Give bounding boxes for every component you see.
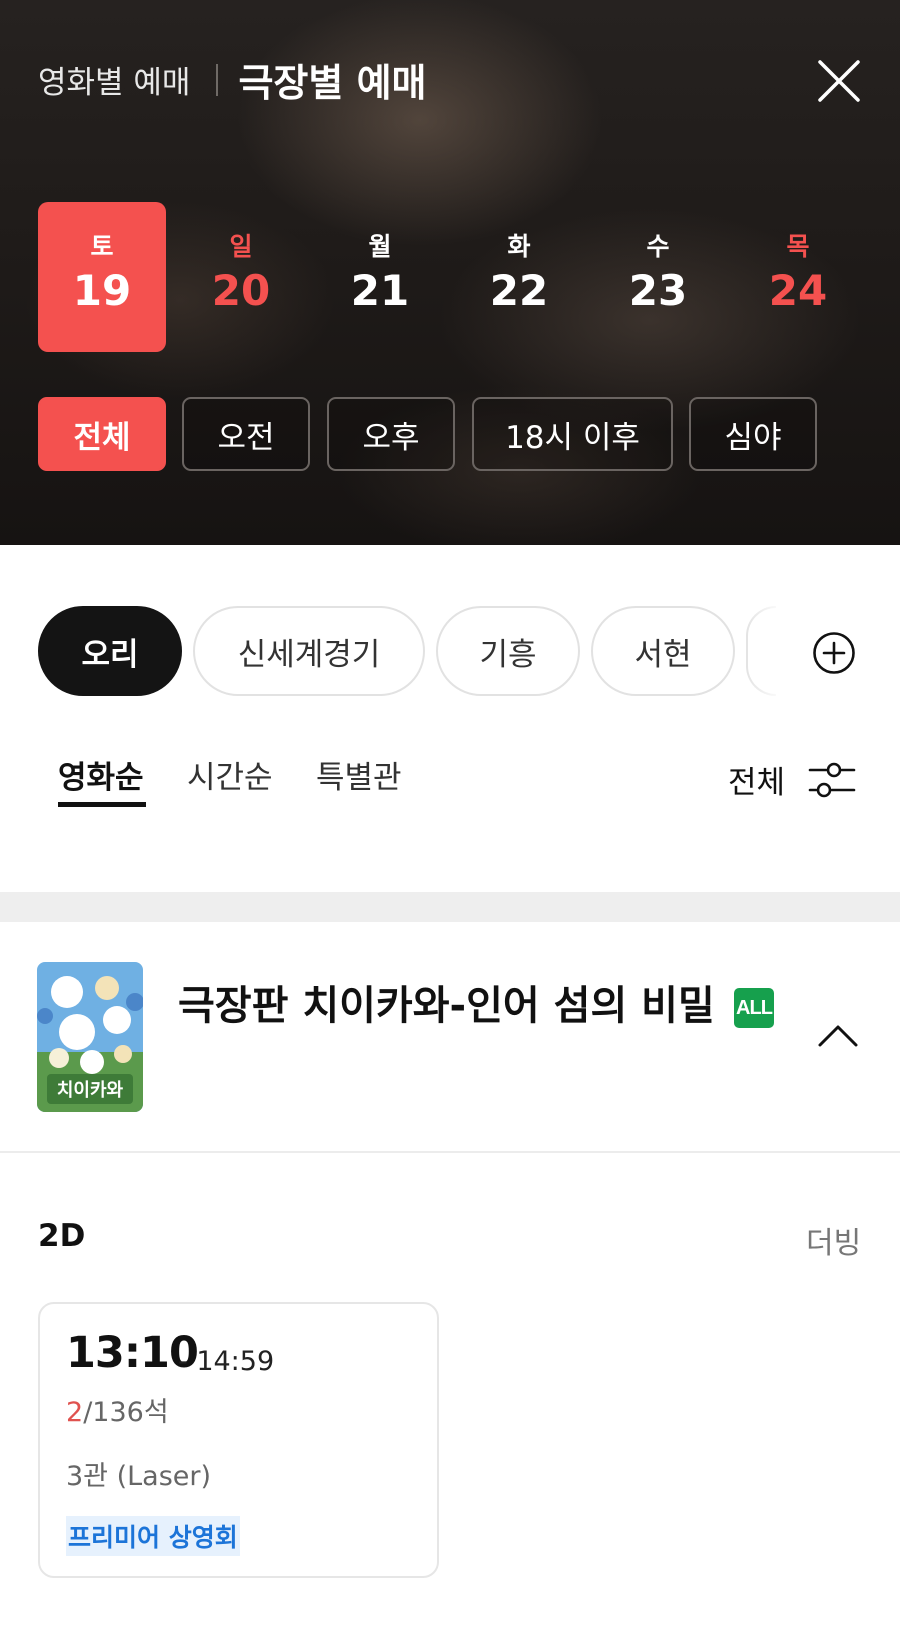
tab-book-by-theater[interactable]: 극장별 예매: [238, 52, 426, 107]
date-weekday: 목: [786, 232, 810, 261]
theater-chip-ori[interactable]: 오리: [38, 606, 182, 696]
showtime-card[interactable]: 13:10 - 14:59 2/136석 3관 (Laser) 프리미어 상영회: [38, 1302, 439, 1578]
age-rating-badge: ALL: [734, 988, 774, 1028]
tab-book-by-movie[interactable]: 영화별 예매: [38, 57, 190, 102]
chevron-up-icon[interactable]: [816, 1020, 860, 1050]
time-filter-late-night[interactable]: 심야: [689, 397, 817, 471]
seats-total: /136석: [83, 1397, 169, 1428]
date-item-19[interactable]: 토 19: [38, 202, 166, 352]
date-weekday: 일: [229, 232, 253, 261]
filter-all-label[interactable]: 전체: [728, 757, 785, 802]
section-divider: [0, 892, 900, 922]
language-label: 더빙: [806, 1226, 862, 1261]
sort-tab-by-movie[interactable]: 영화순: [58, 752, 144, 797]
date-item-21[interactable]: 월 21: [316, 202, 444, 352]
sort-tab-by-time[interactable]: 시간순: [187, 752, 273, 797]
time-filter-after-18[interactable]: 18시 이후: [472, 397, 673, 471]
add-theater-icon[interactable]: [812, 631, 856, 675]
date-selector: 토 19 일 20 월 21 화 22 수 23 목 24: [38, 202, 862, 352]
theater-chip-seohyeon[interactable]: 서현: [591, 606, 735, 696]
seat-count: 2/136석: [66, 1390, 169, 1429]
sort-tab-special-hall[interactable]: 특별관: [316, 752, 402, 797]
date-weekday: 월: [368, 232, 392, 261]
movie-title[interactable]: 극장판 치이카와-인어 섬의 비밀: [178, 980, 718, 1032]
theater-chip-shinsegae[interactable]: 신세계경기: [193, 606, 425, 696]
date-weekday: 토: [90, 232, 114, 261]
date-day: 22: [489, 266, 549, 315]
booking-mode-switch: 영화별 예매 극장별 예매: [38, 52, 427, 107]
date-item-24[interactable]: 목 24: [734, 202, 862, 352]
date-item-22[interactable]: 화 22: [455, 202, 583, 352]
premiere-tag: 프리미어 상영회: [66, 1516, 240, 1556]
filter-settings-icon[interactable]: [808, 760, 856, 802]
date-day: 20: [211, 266, 271, 315]
time-filter-all[interactable]: 전체: [38, 397, 166, 471]
poster-title: 치이카와: [57, 1080, 124, 1101]
seats-available: 2: [66, 1397, 84, 1428]
hall-name: 3관 (Laser): [66, 1461, 212, 1492]
date-weekday: 화: [507, 232, 531, 261]
date-day: 24: [768, 266, 828, 315]
date-day: 19: [72, 266, 132, 315]
screen-format: 2D: [38, 1218, 86, 1254]
mode-divider: [216, 63, 219, 96]
date-item-20[interactable]: 일 20: [177, 202, 305, 352]
chip-fade-overlay: [744, 600, 784, 700]
sort-tab-indicator: [58, 802, 146, 807]
time-filter-afternoon[interactable]: 오후: [327, 397, 455, 471]
theater-chip-giheung[interactable]: 기흥: [436, 606, 580, 696]
close-icon[interactable]: [816, 58, 862, 104]
time-filter-morning[interactable]: 오전: [182, 397, 310, 471]
date-time-header: 영화별 예매 극장별 예매 토 19 일 20 월 21 화 22 수 23 목: [0, 0, 900, 545]
date-day: 21: [350, 266, 410, 315]
date-item-23[interactable]: 수 23: [594, 202, 722, 352]
movie-divider: [0, 1151, 900, 1153]
date-weekday: 수: [646, 232, 670, 261]
date-day: 23: [628, 266, 688, 315]
movie-poster[interactable]: 치이카와: [37, 962, 143, 1112]
showtime-end: - 14:59: [178, 1346, 275, 1377]
